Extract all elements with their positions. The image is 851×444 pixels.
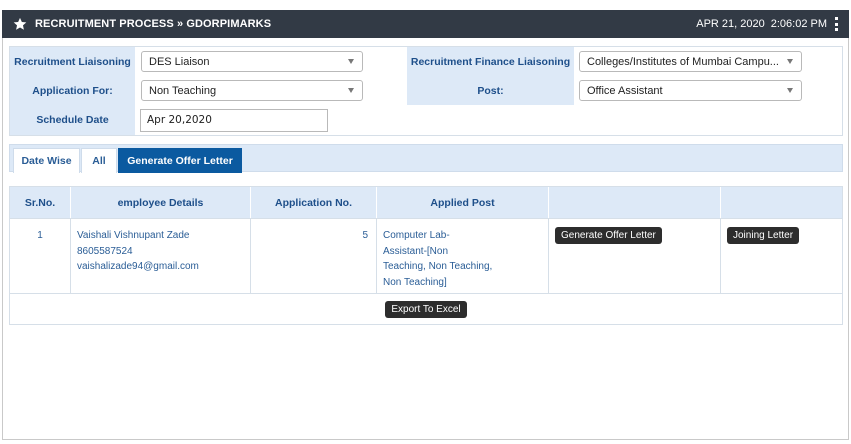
chevron-down-icon <box>787 88 793 93</box>
tab-all[interactable]: All <box>81 148 117 173</box>
application-for-value: Non Teaching <box>149 84 217 97</box>
table-footer: Export To Excel <box>10 293 842 324</box>
application-for-select[interactable]: Non Teaching <box>141 80 363 101</box>
employee-phone: 8605587524 <box>77 245 133 257</box>
tab-generate-offer-letter[interactable]: Generate Offer Letter <box>118 148 242 173</box>
joining-letter-button[interactable]: Joining Letter <box>727 227 800 244</box>
table-row: 1 Vaishali Vishnupant Zade 8605587524 va… <box>10 218 842 293</box>
generate-offer-letter-button[interactable]: Generate Offer Letter <box>555 227 662 244</box>
header-date: APR 21, 2020 <box>696 18 765 30</box>
col-sr-no: Sr.No. <box>10 187 71 218</box>
col-employee-details: employee Details <box>71 187 251 218</box>
col-application-no: Application No. <box>251 187 377 218</box>
export-to-excel-button[interactable]: Export To Excel <box>385 300 467 318</box>
filter-form: Recruitment Liaisoning DES Liaison Recru… <box>9 46 843 136</box>
tab-bar: Date Wise All Generate Offer Letter <box>9 144 843 173</box>
applied-post-line: Computer Lab- <box>383 230 450 241</box>
row-applied-post: Computer Lab- Assistant-[Non Teaching, N… <box>377 219 549 293</box>
employee-name: Vaishali Vishnupant Zade <box>77 230 190 241</box>
header-bar: RECRUITMENT PROCESS » GDORPIMARKS APR 21… <box>2 10 849 38</box>
star-icon <box>13 17 27 30</box>
employee-email: vaishalizade94@gmail.com <box>77 261 199 272</box>
chevron-down-icon <box>348 88 354 93</box>
page-title: RECRUITMENT PROCESS » GDORPIMARKS <box>35 18 272 30</box>
post-label: Post: <box>407 76 574 105</box>
post-value: Office Assistant <box>587 84 663 97</box>
chevron-down-icon <box>787 59 793 64</box>
row-employee-details: Vaishali Vishnupant Zade 8605587524 vais… <box>71 219 251 293</box>
applicants-table: Sr.No. employee Details Application No. … <box>9 186 843 325</box>
applied-post-line: Teaching, Non Teaching, <box>383 261 493 272</box>
schedule-date-label: Schedule Date <box>10 105 136 135</box>
finance-liaisoning-value: Colleges/Institutes of Mumbai Campu... <box>587 55 779 68</box>
row-application-no: 5 <box>251 219 377 293</box>
applied-post-line: Assistant-[Non <box>383 245 449 257</box>
recruitment-liaisoning-label: Recruitment Liaisoning <box>10 47 136 76</box>
post-select[interactable]: Office Assistant <box>579 80 802 101</box>
header-time: 2:06:02 PM <box>770 18 827 30</box>
finance-liaisoning-select[interactable]: Colleges/Institutes of Mumbai Campu... <box>579 51 802 72</box>
col-offer-action <box>549 187 721 218</box>
row-offer-action: Generate Offer Letter <box>549 219 721 293</box>
applied-post-line: Non Teaching] <box>383 276 447 288</box>
col-applied-post: Applied Post <box>377 187 549 218</box>
recruitment-liaisoning-value: DES Liaison <box>149 55 210 68</box>
finance-liaisoning-label: Recruitment Finance Liaisoning <box>407 47 574 76</box>
table-header: Sr.No. employee Details Application No. … <box>10 187 842 218</box>
recruitment-liaisoning-select[interactable]: DES Liaison <box>141 51 363 72</box>
col-joining-action <box>721 187 842 218</box>
schedule-date-input[interactable]: Apr 20,2020 <box>140 108 328 132</box>
row-joining-action: Joining Letter <box>721 219 842 293</box>
chevron-down-icon <box>348 59 354 64</box>
kebab-menu-icon[interactable] <box>835 17 839 31</box>
application-for-label: Application For: <box>10 76 136 105</box>
tab-date-wise[interactable]: Date Wise <box>13 148 80 173</box>
row-sr-no: 1 <box>10 219 71 293</box>
